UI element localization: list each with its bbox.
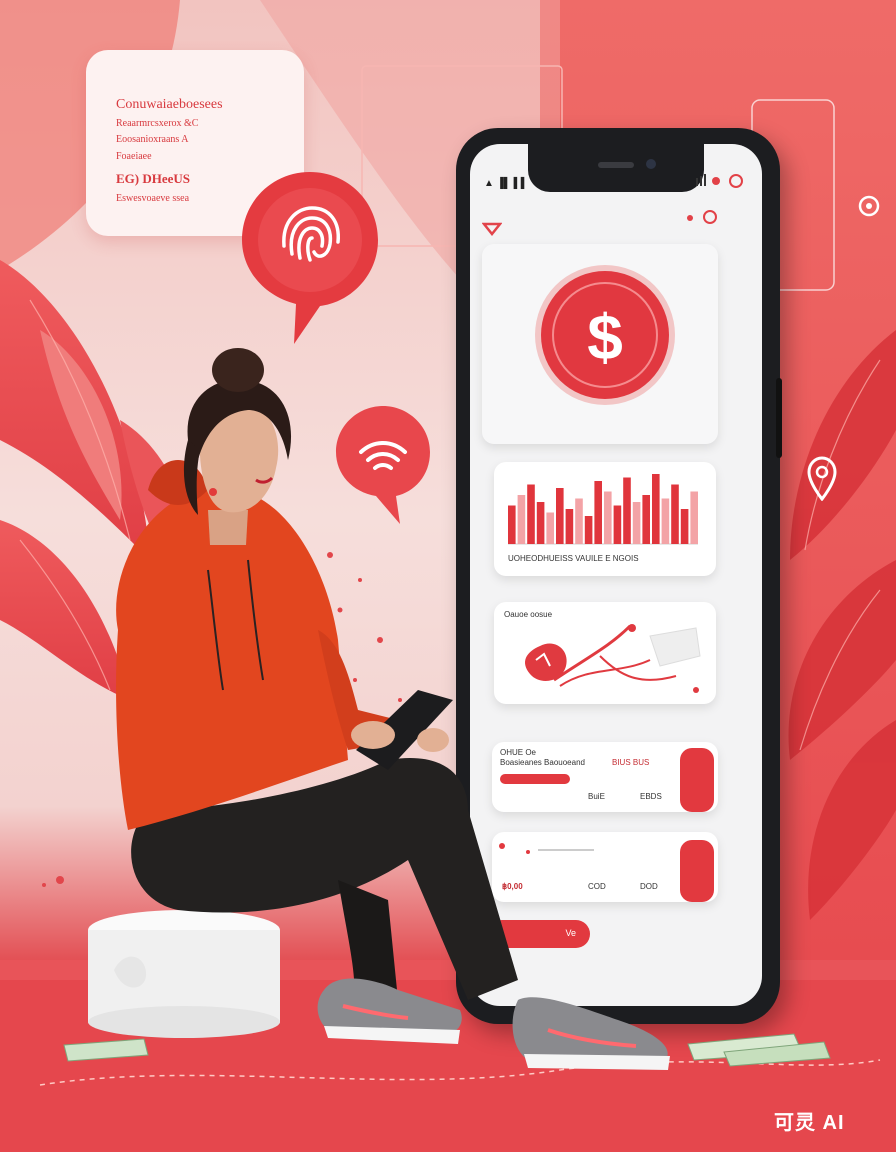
phone-notch bbox=[528, 144, 704, 192]
location-pin-icon bbox=[807, 456, 837, 501]
illustration-scene: Conuwaiaeboesees Reaarmrcsxerox &C Eoosa… bbox=[0, 0, 896, 1152]
woman-figure bbox=[116, 348, 670, 1070]
watermark: 可灵 AI bbox=[774, 1112, 845, 1134]
bubble-line-1: Conuwaiaeboesees bbox=[116, 97, 223, 112]
bubble-line-2: Reaarmrcsxerox &C bbox=[116, 117, 199, 129]
status-icons bbox=[696, 174, 743, 188]
cash-stack-icon bbox=[687, 1033, 831, 1067]
fingerprint-icon bbox=[242, 172, 378, 344]
chart-bar bbox=[690, 491, 698, 544]
app-logo-icon bbox=[482, 222, 502, 236]
settings-dots-icon[interactable] bbox=[684, 208, 722, 226]
bubble-line-4: Foaeiaee bbox=[116, 150, 152, 162]
bubble-line-3: Eoosanioxraans A bbox=[116, 134, 189, 145]
phone-side-button bbox=[776, 378, 782, 458]
cash-note-icon bbox=[63, 1038, 149, 1062]
status-bar-left: ▲ ▐▌ ▌▌ bbox=[484, 178, 528, 189]
location-pin-icon-small bbox=[858, 195, 880, 217]
